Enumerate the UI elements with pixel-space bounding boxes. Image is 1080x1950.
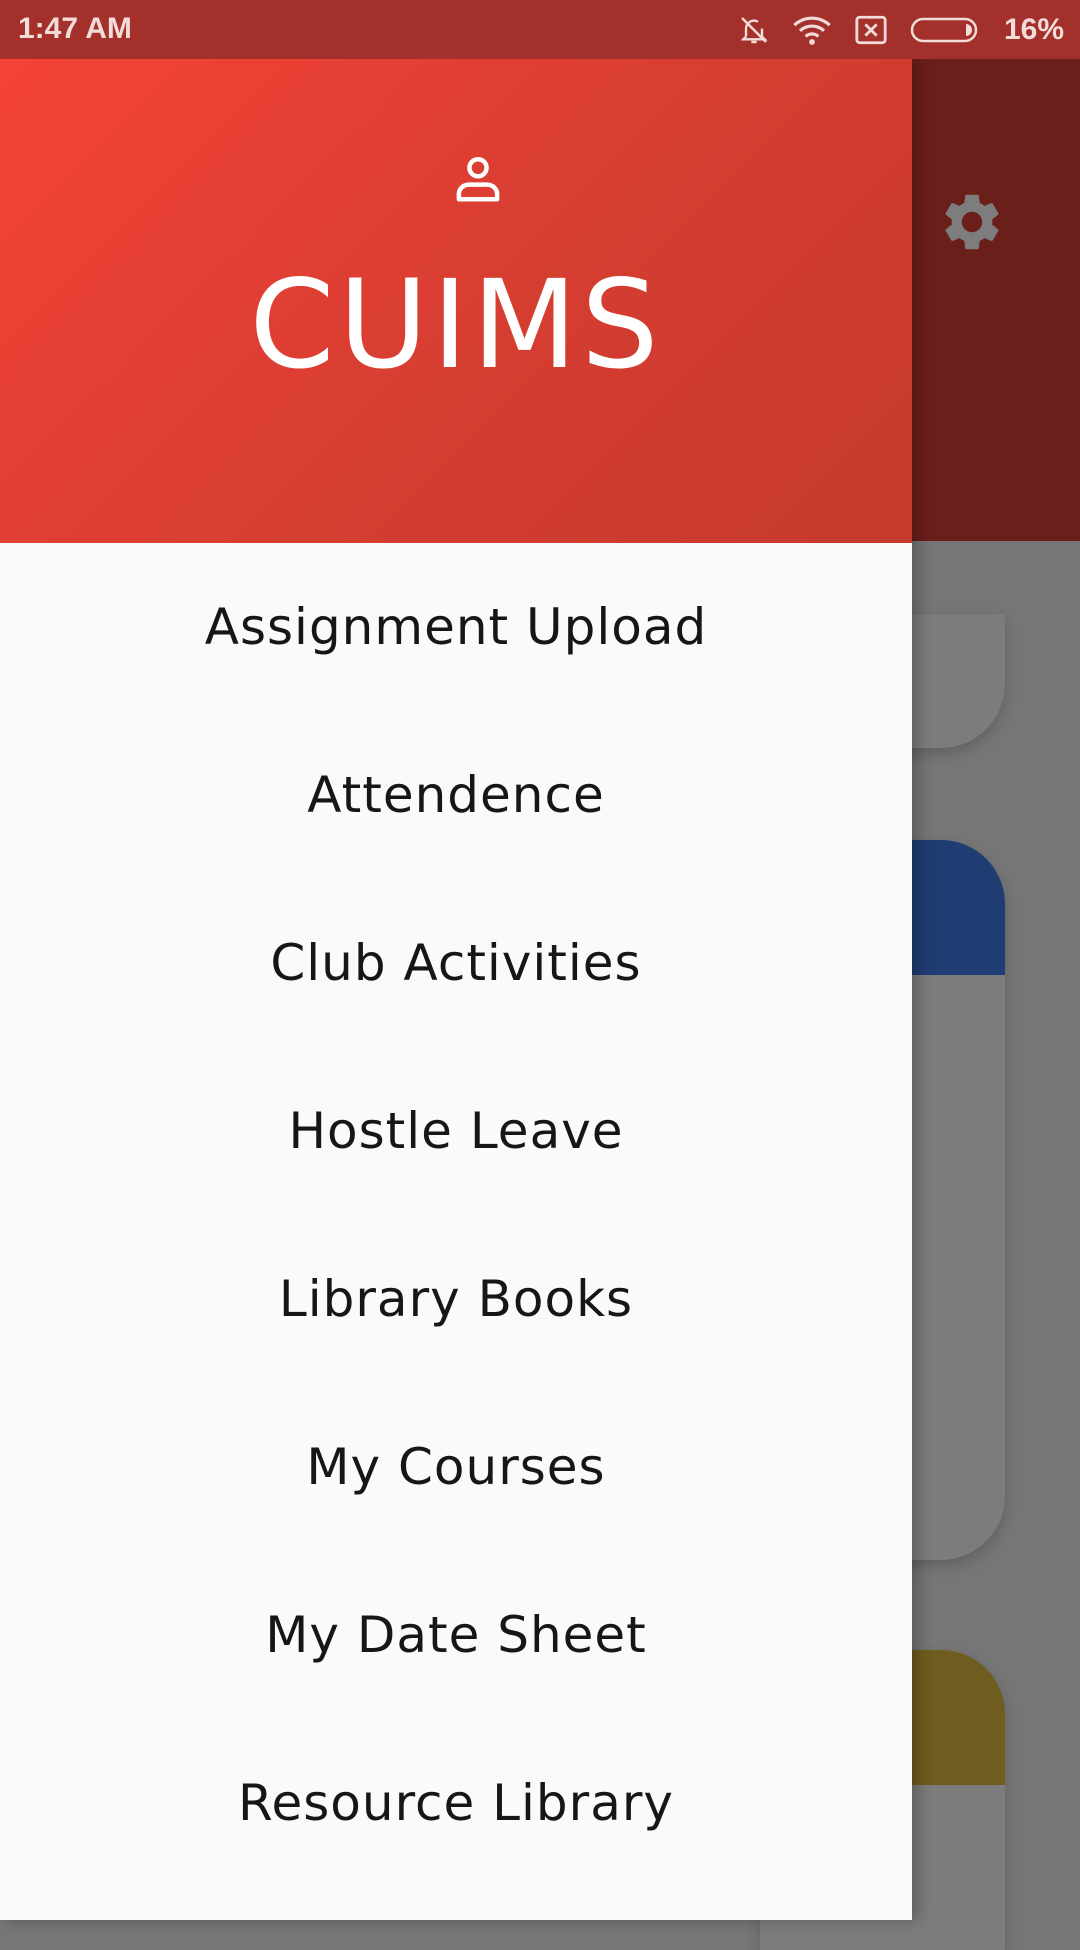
navigation-drawer: CUIMS Assignment Upload Attendence Club … xyxy=(0,59,912,1920)
battery-percent: 16% xyxy=(1003,13,1064,46)
menu-item-club-activities[interactable]: Club Activities xyxy=(0,879,912,1047)
app-title: CUIMS xyxy=(249,254,663,396)
battery-icon xyxy=(910,17,978,43)
menu-item-assignment-upload[interactable]: Assignment Upload xyxy=(0,543,912,711)
sim-error-icon xyxy=(855,15,887,45)
gear-icon[interactable] xyxy=(938,188,1006,256)
status-icons: 16% xyxy=(738,12,1064,48)
mute-icon xyxy=(740,17,768,44)
wifi-icon xyxy=(793,16,831,45)
menu-item-my-date-sheet[interactable]: My Date Sheet xyxy=(0,1551,912,1719)
status-bar: 1:47 AM 16% xyxy=(0,0,1080,59)
drawer-header: CUIMS xyxy=(0,59,912,543)
drawer-menu: Assignment Upload Attendence Club Activi… xyxy=(0,543,912,1887)
status-time: 1:47 AM xyxy=(18,12,132,45)
menu-item-library-books[interactable]: Library Books xyxy=(0,1215,912,1383)
menu-item-hostle-leave[interactable]: Hostle Leave xyxy=(0,1047,912,1215)
menu-item-my-courses[interactable]: My Courses xyxy=(0,1383,912,1551)
menu-item-resource-library[interactable]: Resource Library xyxy=(0,1719,912,1887)
menu-item-attendence[interactable]: Attendence xyxy=(0,711,912,879)
person-icon xyxy=(456,156,500,202)
